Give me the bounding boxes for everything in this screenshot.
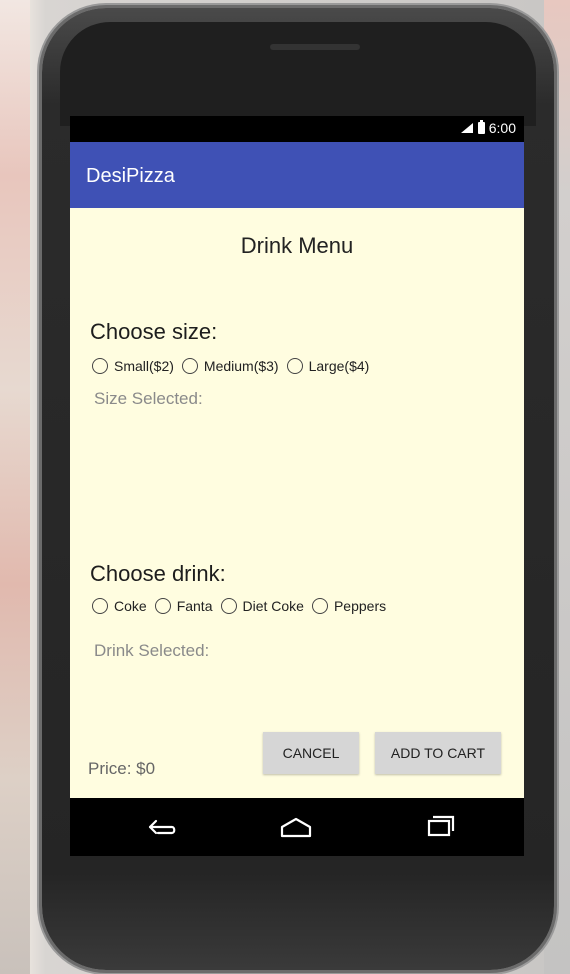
- drink-coke-radio[interactable]: [92, 598, 108, 614]
- size-radio-group: Small($2) Medium($3) Large($4): [92, 358, 371, 374]
- signal-icon: [460, 123, 473, 133]
- navigation-bar: [70, 798, 524, 856]
- back-icon[interactable]: [142, 815, 182, 839]
- status-time: 6:00: [488, 120, 516, 136]
- speaker-grille: [270, 44, 360, 50]
- size-selected-text: Size Selected:: [94, 389, 203, 408]
- drink-fanta-radio[interactable]: [154, 598, 171, 614]
- size-large-radio[interactable]: [286, 358, 303, 374]
- drink-peppers-label[interactable]: Peppers: [334, 598, 386, 614]
- choose-size-title: Choose size:: [90, 319, 218, 344]
- recent-apps-icon[interactable]: [420, 815, 460, 839]
- drink-diet-coke-label[interactable]: Diet Coke: [243, 598, 304, 614]
- device-top-bezel: [60, 22, 536, 126]
- price-text: Price: $0: [88, 759, 156, 778]
- size-medium-radio[interactable]: [181, 358, 198, 374]
- size-large-label[interactable]: Large($4): [309, 358, 370, 374]
- menu-title: Drink Menu: [240, 233, 354, 258]
- drink-menu-content: Drink Menu Choose size: Small($2) Medium…: [70, 208, 524, 798]
- status-bar: 6:00: [70, 116, 524, 142]
- drink-coke-label[interactable]: Coke: [114, 598, 147, 614]
- add-to-cart-button[interactable]: ADD TO CART: [375, 732, 501, 774]
- status-icons: 6:00: [460, 120, 516, 136]
- choose-drink-title: Choose drink:: [90, 561, 226, 586]
- size-medium-label[interactable]: Medium($3): [204, 358, 279, 374]
- drink-peppers-radio[interactable]: [311, 598, 328, 614]
- home-icon[interactable]: [276, 815, 316, 839]
- size-small-label[interactable]: Small($2): [114, 358, 174, 374]
- drink-radio-group: Coke Fanta Diet Coke Peppers: [92, 598, 388, 614]
- battery-icon: [477, 120, 485, 134]
- phone-screen: 6:00 DesiPizza Drink Menu Choose size: S…: [70, 116, 524, 856]
- app-title: DesiPizza: [86, 165, 175, 187]
- cancel-button[interactable]: CANCEL: [263, 732, 359, 774]
- size-small-radio[interactable]: [92, 358, 108, 374]
- left-background: [0, 0, 30, 974]
- drink-fanta-label[interactable]: Fanta: [177, 598, 213, 614]
- drink-diet-coke-radio[interactable]: [220, 598, 237, 614]
- app-bar: DesiPizza: [70, 142, 524, 208]
- drink-selected-text: Drink Selected:: [94, 641, 210, 660]
